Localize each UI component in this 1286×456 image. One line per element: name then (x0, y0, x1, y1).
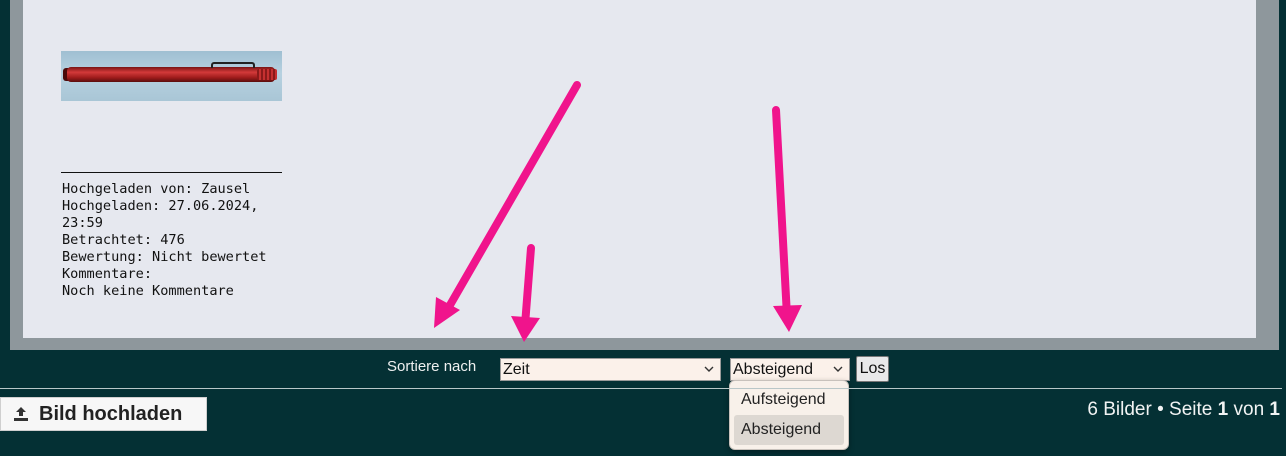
sort-order-dropdown: Aufsteigend Absteigend (729, 380, 849, 450)
sort-field-value: Zeit (503, 361, 530, 378)
uploaded-by: Hochgeladen von: Zausel (62, 181, 251, 197)
page-current: 1 (1217, 399, 1229, 420)
sort-field-select[interactable]: Zeit (500, 358, 721, 381)
dropdown-option-ascending[interactable]: Aufsteigend (734, 385, 844, 415)
upload-icon (14, 407, 28, 421)
upload-image-button[interactable]: Bild hochladen (0, 397, 207, 431)
comments-value: Noch keine Kommentare (62, 283, 234, 299)
go-button[interactable]: Los (856, 356, 889, 382)
pager-separator: • (1157, 399, 1164, 420)
info-divider (61, 172, 282, 173)
pagination-info: 6 Bilder • Seite 1 von 1 (1087, 397, 1280, 423)
lamp-body (67, 67, 275, 82)
uploaded-at: Hochgeladen: 27.06.2024, (62, 198, 259, 214)
sort-order-value: Absteigend (733, 361, 814, 378)
chevron-down-icon (833, 366, 843, 372)
upload-button-label: Bild hochladen (39, 403, 183, 425)
gallery-page: Hochgeladen von: Zausel Hochgeladen: 27.… (0, 0, 1286, 456)
image-count: 6 Bilder (1087, 399, 1152, 420)
footer-divider (0, 388, 1282, 389)
dropdown-option-descending[interactable]: Absteigend (734, 415, 844, 445)
rating: Bewertung: Nicht bewertet (62, 249, 267, 265)
lamp-cap (257, 69, 277, 80)
lamp-clip (211, 62, 255, 68)
sort-order-select[interactable]: Absteigend (730, 358, 850, 381)
chevron-down-icon (704, 366, 714, 372)
of-word: von (1233, 399, 1265, 420)
comments-label: Kommentare: (62, 266, 153, 282)
sort-label: Sortiere nach (387, 358, 477, 375)
view-count: Betrachtet: 476 (62, 232, 185, 248)
uploaded-at-time: 23:59 (62, 215, 103, 231)
image-info: Hochgeladen von: Zausel Hochgeladen: 27.… (62, 181, 282, 300)
page-word: Seite (1169, 399, 1213, 420)
page-total: 1 (1269, 399, 1280, 420)
gallery-thumbnail[interactable] (61, 51, 282, 101)
